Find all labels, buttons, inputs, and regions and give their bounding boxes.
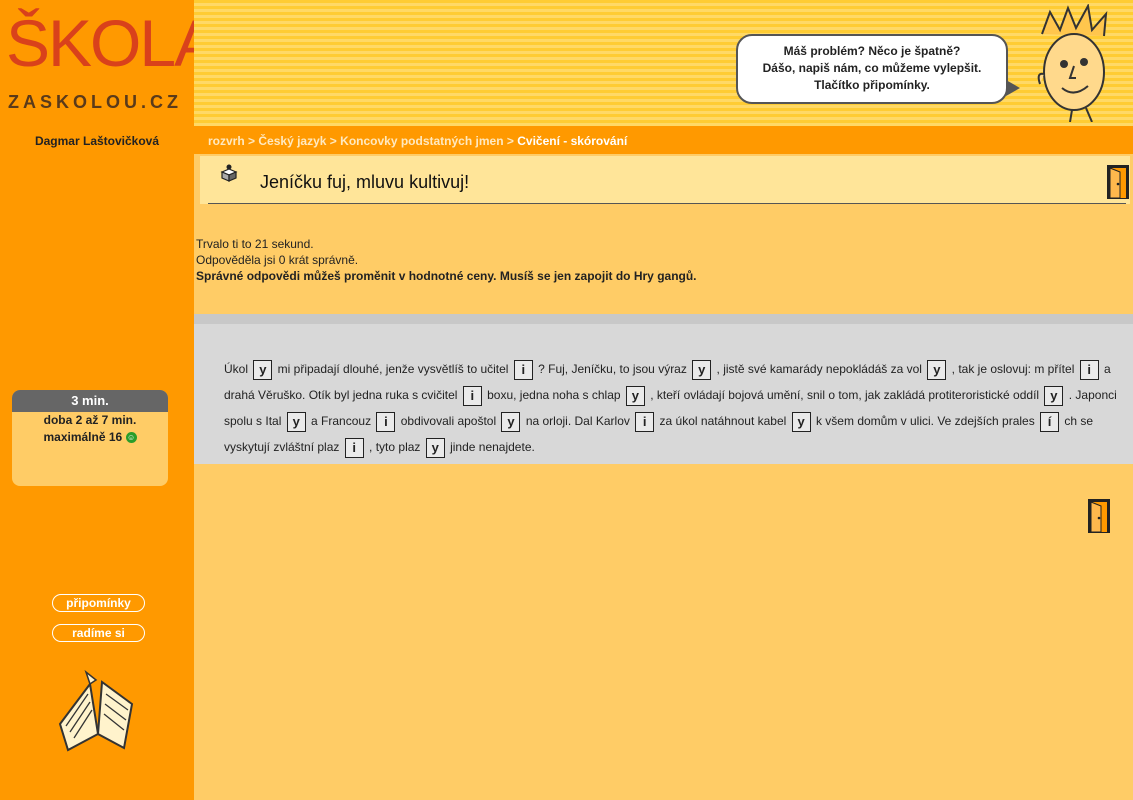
answer-gap[interactable]: y — [253, 359, 273, 380]
exercise-text-segment: , kteří ovládají bojová umění, snil o to… — [646, 388, 1043, 402]
feedback-line-1: Máš problém? Něco je špatně? — [783, 44, 961, 58]
timer-max-line: maximálně 16 ☺ — [12, 429, 168, 446]
breadcrumb-separator: > — [329, 134, 337, 148]
answer-gap[interactable]: i — [635, 411, 655, 432]
breadcrumb: rozvrh > Český jazyk > Koncovky podstatn… — [208, 134, 627, 148]
exercise-text-segment: boxu, jedna noha s chlap — [483, 388, 624, 402]
answer-gap[interactable]: y — [692, 359, 712, 380]
breadcrumb-bar: rozvrh > Český jazyk > Koncovky podstatn… — [194, 126, 1133, 154]
user-name: Dagmar Laštovičková — [34, 134, 160, 148]
breadcrumb-link-rozvrh[interactable]: rozvrh — [208, 134, 245, 148]
answer-gap[interactable]: í — [1040, 411, 1060, 432]
breadcrumb-separator: > — [506, 134, 514, 148]
exercise-text: Úkol y mi připadají dlouhé, jenže vysvět… — [224, 356, 1129, 460]
feedback-button[interactable]: připomínky — [52, 594, 145, 612]
exercise-text-segment: , tyto plaz — [365, 440, 424, 454]
exercise-header: Jeníčku fuj, mluvu kultivuj! — [200, 156, 1130, 204]
results: Trvalo ti to 21 sekund. Odpověděla jsi 0… — [196, 236, 697, 284]
answer-gap[interactable]: y — [501, 411, 521, 432]
exercise-text-segment: za úkol natáhnout kabel — [656, 414, 790, 428]
exercise-icon — [220, 164, 238, 182]
open-book-icon — [58, 669, 134, 752]
logo-main-text: ŠKOLA — [6, 6, 218, 80]
answer-gap[interactable]: i — [1079, 359, 1099, 380]
page-title: Jeníčku fuj, mluvu kultivuj! — [260, 172, 470, 192]
tutor-mascot-icon — [1037, 4, 1108, 122]
feedback-line-2: Dášo, napiš nám, co můžeme vylepšit. — [762, 61, 982, 75]
title-underline — [208, 203, 1126, 204]
exercise-text-segment: , tak je oslovuj: m přítel — [948, 362, 1078, 376]
breadcrumb-current: Cvičení - skórování — [517, 134, 628, 148]
feedback-speech-bubble[interactable]: Máš problém? Něco je špatně? Dášo, napiš… — [736, 34, 1020, 104]
answer-gap[interactable]: y — [286, 411, 306, 432]
exercise-text-segment: jinde nenajdete. — [446, 440, 535, 454]
exercise-text-segment: obdivovali apoštol — [397, 414, 500, 428]
answer-gap[interactable]: y — [1044, 385, 1064, 406]
exercise-text-segment: a Francouz — [307, 414, 375, 428]
exercise-separator — [194, 314, 1133, 324]
timer-current: 3 min. — [12, 390, 168, 412]
timer-max: maximálně 16 — [43, 430, 123, 444]
result-correct: Odpověděla jsi 0 krát správně. — [196, 253, 359, 267]
smile-icon: ☺ — [125, 432, 137, 444]
result-bonus: Správné odpovědi můžeš proměnit v hodnot… — [196, 269, 697, 283]
exit-door-icon[interactable] — [1106, 164, 1130, 200]
answer-gap[interactable]: y — [927, 359, 947, 380]
sidebar: 3 min. doba 2 až 7 min. maximálně 16 ☺ p… — [0, 154, 194, 800]
exercise-text-segment: , jistě své kamarády nepokládáš za vol — [713, 362, 926, 376]
feedback-line-3: Tlačítko připomínky. — [814, 78, 930, 92]
header: ŠKOLA ZASKOLOU.CZ Máš problém? Něco je š… — [0, 0, 1133, 126]
breadcrumb-separator: > — [248, 134, 256, 148]
answer-gap[interactable]: y — [791, 411, 811, 432]
answer-gap[interactable]: i — [344, 437, 364, 458]
answer-gap[interactable]: i — [376, 411, 396, 432]
logo-subtitle: ZASKOLOU.CZ — [8, 92, 182, 112]
answer-gap[interactable]: y — [425, 437, 445, 458]
exit-door-icon[interactable] — [1087, 498, 1111, 534]
breadcrumb-link-koncovky[interactable]: Koncovky podstatných jmen — [340, 134, 503, 148]
answer-gap[interactable]: i — [513, 359, 533, 380]
exercise-text-segment: ? Fuj, Jeníčku, to jsou výraz — [534, 362, 691, 376]
answer-gap[interactable]: i — [462, 385, 482, 406]
exercise-text-segment: Úkol — [224, 362, 252, 376]
exercise-text-segment: k všem domům v ulici. Ve zdejších prales — [812, 414, 1039, 428]
exercise-text-segment: mi připadají dlouhé, jenže vysvětlíš to … — [274, 362, 512, 376]
logo[interactable]: ŠKOLA ZASKOLOU.CZ — [0, 0, 218, 126]
timer-range: doba 2 až 7 min. — [43, 413, 137, 427]
answer-gap[interactable]: y — [625, 385, 645, 406]
exercise-panel: Úkol y mi připadají dlouhé, jenže vysvět… — [194, 324, 1133, 464]
advice-button[interactable]: radíme si — [52, 624, 145, 642]
timer-panel: 3 min. doba 2 až 7 min. maximálně 16 ☺ — [12, 390, 168, 486]
result-time: Trvalo ti to 21 sekund. — [196, 237, 314, 251]
breadcrumb-link-cesky-jazyk[interactable]: Český jazyk — [258, 134, 326, 148]
exercise-text-segment: na orloji. Dal Karlov — [522, 414, 634, 428]
